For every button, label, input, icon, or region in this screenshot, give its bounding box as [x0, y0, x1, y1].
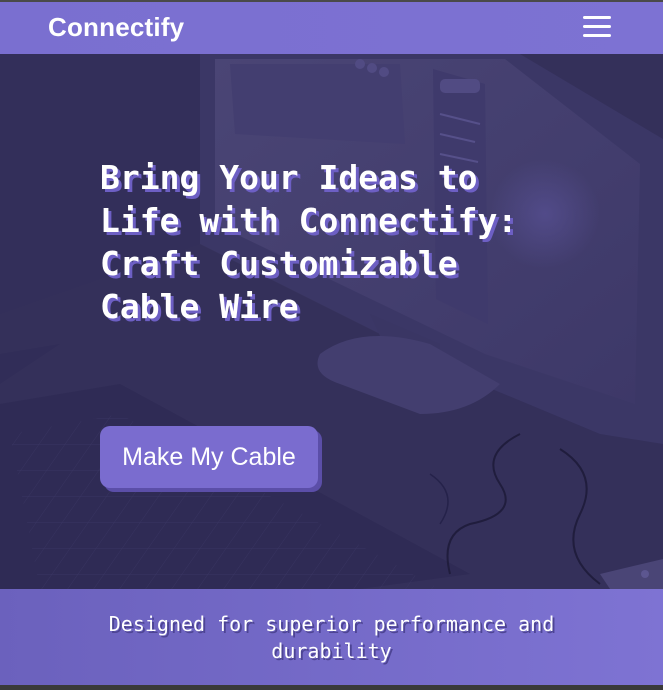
brand-logo-text[interactable]: Connectify [48, 12, 184, 43]
tagline-band: Designed for superior performance and du… [0, 589, 663, 685]
hero-section: Bring Your Ideas to Life with Connectify… [0, 54, 663, 589]
make-my-cable-button[interactable]: Make My Cable [100, 426, 318, 488]
hamburger-line [583, 34, 611, 37]
hamburger-line [583, 25, 611, 28]
hero-headline: Bring Your Ideas to Life with Connectify… [100, 158, 518, 326]
bottom-divider [0, 685, 663, 690]
top-navbar: Connectify [0, 0, 663, 54]
hamburger-line [583, 16, 611, 19]
hamburger-menu-icon[interactable] [583, 16, 613, 38]
tagline-text: Designed for superior performance and du… [108, 612, 555, 663]
